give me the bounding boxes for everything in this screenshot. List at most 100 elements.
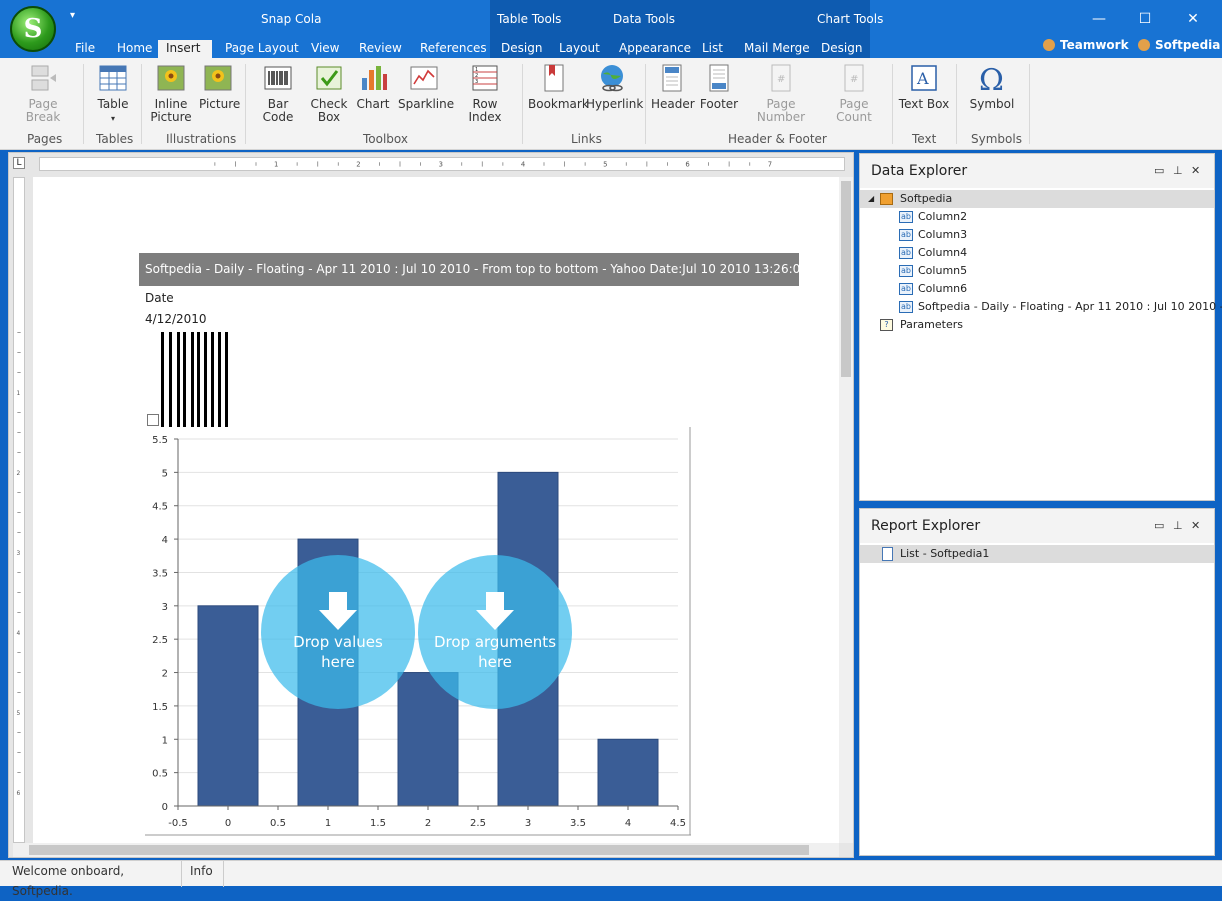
user-icon xyxy=(1138,39,1150,51)
tab-review[interactable]: Review xyxy=(351,40,410,58)
quick-access-dropdown-icon[interactable]: ▾ xyxy=(70,10,75,21)
picture-button[interactable]: Picture xyxy=(199,62,241,111)
tree-item-column[interactable]: ab Column3 xyxy=(860,226,1214,244)
chart-y-tick-label: 0.5 xyxy=(152,769,168,780)
teamwork-button[interactable]: Teamwork xyxy=(1043,38,1129,52)
horizontal-scroll-thumb[interactable] xyxy=(29,845,809,855)
data-tree: ◢ Softpedia ab Column2 ab Column3 ab Column… xyxy=(860,188,1222,334)
status-info[interactable]: Info xyxy=(182,861,224,887)
page-number-button[interactable]: # Page Number xyxy=(745,62,817,124)
tree-item-column[interactable]: ab Softpedia - Daily - Floating - Apr 11 … xyxy=(860,298,1222,316)
page-number-label: Page Number xyxy=(756,97,806,124)
window-position-icon[interactable]: ▭ xyxy=(1154,154,1164,188)
chart-y-tick-label: 2 xyxy=(162,669,168,680)
tab-insert[interactable]: Insert xyxy=(158,40,212,58)
context-label-chart-tools: Chart Tools xyxy=(817,12,884,26)
tab-table-layout[interactable]: Layout xyxy=(551,40,608,58)
vertical-ruler[interactable]: 1 2 3 4 5 6 xyxy=(13,177,25,843)
drop-arguments-line2: here xyxy=(478,653,512,671)
tree-item-column[interactable]: ab Column5 xyxy=(860,262,1214,280)
page-break-button[interactable]: Page Break xyxy=(14,62,72,124)
drop-values-zone[interactable]: Drop values here xyxy=(261,555,415,709)
app-logo[interactable]: S xyxy=(10,6,56,52)
horizontal-ruler[interactable]: 1 2 3 4 5 6 7 xyxy=(39,157,845,171)
chart-bar[interactable] xyxy=(197,605,259,807)
barcode[interactable] xyxy=(161,332,231,427)
expand-icon[interactable]: ◢ xyxy=(868,190,874,208)
account-button[interactable]: Softpedia xyxy=(1138,38,1220,52)
bookmark-icon xyxy=(544,64,564,92)
window-title: Snap Cola xyxy=(261,12,322,26)
chart-x-tick-label: 3.5 xyxy=(570,818,586,829)
field-icon: ab xyxy=(899,283,913,295)
inline-picture-button[interactable]: Inline Picture xyxy=(150,62,192,124)
bar-code-button[interactable]: Bar Code xyxy=(252,62,304,124)
picture-label: Picture xyxy=(199,97,241,111)
footer-button[interactable]: Footer xyxy=(698,62,740,111)
chart-button[interactable]: Chart xyxy=(354,62,392,111)
header-button[interactable]: Header xyxy=(651,62,695,111)
chart-y-tick-label: 0 xyxy=(162,802,168,813)
bar-chart[interactable]: 00.511.522.533.544.555.5 -0.5 0 0.5 1 1.5 2 2.… xyxy=(145,427,691,837)
ruler-number: 3 xyxy=(439,161,443,169)
tab-references[interactable]: References xyxy=(412,40,495,58)
tab-mail-merge[interactable]: Mail Merge xyxy=(736,40,818,58)
chart-y-tick-label: 2.5 xyxy=(152,635,168,646)
tab-table-design[interactable]: Design xyxy=(493,40,550,58)
minimize-button[interactable]: — xyxy=(1084,8,1114,30)
bar-code-label: Bar Code xyxy=(262,97,294,124)
tab-stop-selector[interactable]: L xyxy=(13,157,25,169)
chart-bar[interactable] xyxy=(597,738,659,807)
tree-item-column[interactable]: ab Column2 xyxy=(860,208,1214,226)
pin-icon[interactable]: ⊥ xyxy=(1173,154,1183,188)
close-button[interactable]: ✕ xyxy=(1178,8,1208,30)
bookmark-button[interactable]: Bookmark xyxy=(528,62,589,111)
check-box-control[interactable] xyxy=(147,414,159,426)
table-button[interactable]: Table ▾ xyxy=(94,62,132,125)
tree-item-label: Softpedia - Daily - Floating - Apr 11 20… xyxy=(918,300,1222,313)
drop-values-line2: here xyxy=(321,653,355,671)
tab-chart-design[interactable]: Design xyxy=(813,40,870,58)
sparkline-button[interactable]: Sparkline xyxy=(398,62,454,111)
header-icon xyxy=(662,64,682,92)
close-icon[interactable]: ✕ xyxy=(1191,509,1200,543)
drop-arguments-zone[interactable]: Drop arguments here xyxy=(418,555,572,709)
symbol-button[interactable]: Ω Symbol xyxy=(966,62,1018,111)
maximize-button[interactable]: ☐ xyxy=(1130,8,1160,30)
tab-list[interactable]: List xyxy=(694,40,731,58)
question-icon: ? xyxy=(880,319,893,331)
chart-y-tick-label: 1 xyxy=(162,735,168,746)
tree-item-label: Parameters xyxy=(900,318,963,331)
tab-page-layout[interactable]: Page Layout xyxy=(217,40,307,58)
hyperlink-button[interactable]: Hyperlink xyxy=(586,62,643,111)
tab-home[interactable]: Home xyxy=(109,40,160,58)
tree-item-parameters[interactable]: ? Parameters xyxy=(860,316,1214,334)
report-header-band[interactable]: Softpedia - Daily - Floating - Apr 11 20… xyxy=(139,253,808,286)
pin-icon[interactable]: ⊥ xyxy=(1173,509,1183,543)
tab-file[interactable]: File xyxy=(67,40,103,58)
page-count-button[interactable]: # Page Count xyxy=(822,62,886,124)
tree-item-column[interactable]: ab Column6 xyxy=(860,280,1214,298)
tree-item-label: Column5 xyxy=(918,264,968,277)
date-label[interactable]: Date xyxy=(145,291,174,305)
tree-item-list[interactable]: List - Softpedia1 xyxy=(860,545,1214,563)
date-value[interactable]: 4/12/2010 xyxy=(145,312,207,326)
vertical-scroll-thumb[interactable] xyxy=(841,181,851,377)
tab-appearance[interactable]: Appearance xyxy=(611,40,699,58)
chart-x-tick-label: 2 xyxy=(425,818,431,829)
text-box-button[interactable]: A Text Box xyxy=(898,62,950,111)
drop-values-circle xyxy=(261,555,415,709)
tab-view[interactable]: View xyxy=(303,40,347,58)
document-page[interactable]: Softpedia - Daily - Floating - Apr 11 20… xyxy=(33,177,839,843)
chart-y-tick-label: 5.5 xyxy=(152,435,168,446)
header-label: Header xyxy=(651,97,695,111)
tree-item-root[interactable]: ◢ Softpedia xyxy=(860,190,1214,208)
row-index-button[interactable]: 123 Row Index xyxy=(456,62,514,124)
chart-y-tick-label: 4.5 xyxy=(152,502,168,513)
window-position-icon[interactable]: ▭ xyxy=(1154,509,1164,543)
tree-item-column[interactable]: ab Column4 xyxy=(860,244,1214,262)
svg-text:#: # xyxy=(777,74,785,85)
check-box-button[interactable]: Check Box xyxy=(310,62,348,124)
drop-arguments-line1: Drop arguments xyxy=(434,633,556,651)
close-icon[interactable]: ✕ xyxy=(1191,154,1200,188)
